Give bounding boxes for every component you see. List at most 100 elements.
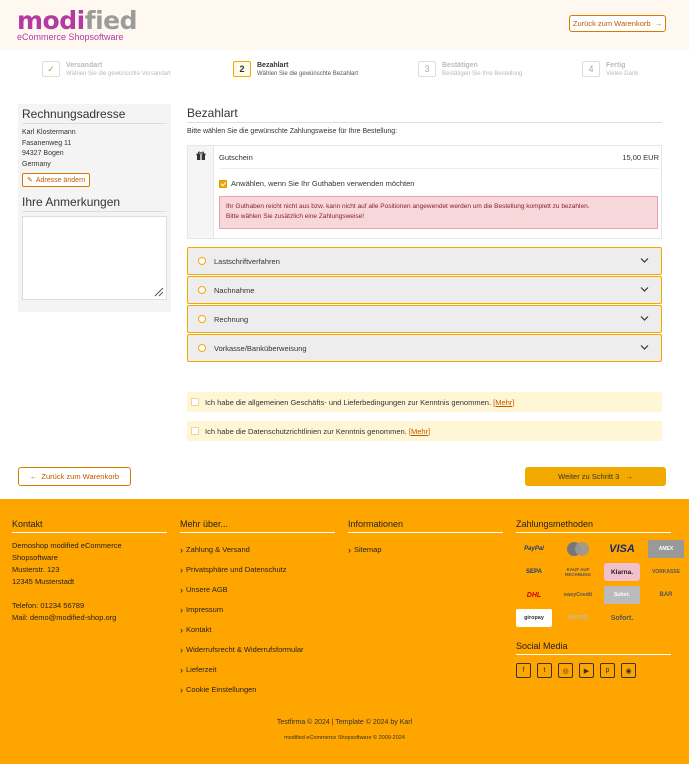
footer-more: Mehr über... › Zahlung & Versand › Privats… bbox=[180, 519, 335, 700]
footer-link-imprint[interactable]: › Impressum bbox=[180, 600, 335, 620]
chevron-right-icon: › bbox=[180, 685, 183, 695]
radio-icon bbox=[198, 286, 206, 294]
footer-link-delivery[interactable]: › Lieferzeit bbox=[180, 660, 335, 680]
mastercard-logo bbox=[560, 540, 596, 558]
dhl-logo: DHL bbox=[526, 591, 542, 599]
chevron-right-icon: › bbox=[180, 605, 183, 615]
notes-textarea[interactable] bbox=[22, 216, 167, 300]
chevron-right-icon: › bbox=[180, 585, 183, 595]
amex-logo: AMEX bbox=[648, 540, 684, 558]
alert-line-2: Bitte wählen Sie zusätzlich eine Zahlung… bbox=[226, 213, 365, 220]
contact-line: Demoshop modified eCommerce bbox=[12, 541, 122, 550]
alert-line-1: Ihr Guthaben reicht nicht aus bzw. kann … bbox=[226, 203, 590, 210]
back-to-cart-top-button[interactable]: Zurück zum Warenkorb → bbox=[569, 15, 666, 32]
step-title: Bezahlart bbox=[257, 62, 289, 69]
privacy-more-link[interactable]: [Mehr] bbox=[409, 427, 430, 436]
prepayment-logo: VORKASSE bbox=[651, 569, 681, 575]
footer-link-agb[interactable]: › Unsere AGB bbox=[180, 580, 335, 600]
instagram-icon[interactable]: ◎ bbox=[558, 663, 573, 678]
footer-payment: Zahlungsmethoden PayPal VISA AMEX SEPA K… bbox=[516, 519, 684, 678]
footer-link-withdrawal[interactable]: › Widerrufsrecht & Widerrufsformular bbox=[180, 640, 335, 660]
payment-option-label: Lastschriftverfahren bbox=[214, 256, 280, 266]
agree-privacy-row: Ich habe die Datenschutzrichtlinien zur … bbox=[187, 421, 662, 441]
payment-section: Bezahlart Bitte wählen Sie die gewünscht… bbox=[187, 106, 662, 441]
payone-logo: PAYONE bbox=[567, 615, 589, 621]
payment-option-label: Nachnahme bbox=[214, 285, 255, 295]
step-desc: Wählen Sie die gewünschte Bezahlart bbox=[257, 71, 359, 77]
footer-link-contact[interactable]: › Kontakt bbox=[180, 620, 335, 640]
resize-handle-icon[interactable] bbox=[152, 285, 164, 297]
payment-option-invoice[interactable]: Rechnung bbox=[187, 305, 662, 333]
footer-link-cookies[interactable]: › Cookie Einstellungen bbox=[180, 680, 335, 700]
chevron-down-icon bbox=[640, 258, 649, 263]
arrow-right-icon: → bbox=[625, 472, 633, 481]
payment-option-prepayment[interactable]: Vorkasse/Banküberweisung bbox=[187, 334, 662, 362]
chevron-right-icon: › bbox=[180, 565, 183, 575]
sofort-logo: Sofort. bbox=[604, 586, 640, 604]
address-country: Germany bbox=[22, 160, 51, 168]
footer-payment-title: Zahlungsmethoden bbox=[516, 519, 671, 533]
terms-more-link[interactable]: [Mehr] bbox=[493, 398, 514, 407]
chevron-right-icon: › bbox=[180, 645, 183, 655]
logo-text-b: fied bbox=[84, 6, 138, 35]
chevron-right-icon: › bbox=[180, 665, 183, 675]
check-icon: ✓ bbox=[42, 61, 60, 77]
change-address-button[interactable]: ✎ Adresse ändern bbox=[22, 173, 91, 187]
chevron-right-icon: › bbox=[180, 625, 183, 635]
voucher-row: Gutschein 15,00 EUR bbox=[219, 153, 659, 169]
agree-terms-label: Ich habe die allgemeinen Geschäfts- und … bbox=[205, 397, 492, 407]
footer-link-shipping[interactable]: › Zahlung & Versand bbox=[180, 540, 335, 560]
payment-option-direct-debit[interactable]: Lastschriftverfahren bbox=[187, 247, 662, 275]
youtube-icon[interactable]: ▶ bbox=[579, 663, 594, 678]
arrow-right-icon: → bbox=[654, 19, 663, 28]
voucher-amount: 15,00 EUR bbox=[622, 153, 659, 162]
radio-icon bbox=[198, 315, 206, 323]
checkout-steps: ✓ Versandart Wählen Sie die gewünschte Ve… bbox=[0, 51, 689, 91]
voucher-label: Gutschein bbox=[219, 153, 253, 162]
agree-terms-row: Ich habe die allgemeinen Geschäfts- und … bbox=[187, 392, 662, 412]
invoice-logo: KAUF AUF RECHNUNG bbox=[564, 567, 591, 577]
giropay-logo: giropay bbox=[516, 609, 552, 627]
next-step-button[interactable]: Weiter zu Schritt 3 → bbox=[525, 467, 666, 486]
next-step-label: Weiter zu Schritt 3 bbox=[558, 472, 620, 481]
visa-logo: VISA bbox=[609, 543, 635, 555]
billing-title: Rechnungsadresse bbox=[22, 107, 167, 124]
contact-line: 12345 Musterstadt bbox=[12, 577, 75, 586]
footer-link-sitemap[interactable]: › Sitemap bbox=[348, 540, 503, 560]
address-city: 94327 Bogen bbox=[22, 150, 64, 157]
rss-icon[interactable]: ◉ bbox=[621, 663, 636, 678]
twitter-icon[interactable]: t bbox=[537, 663, 552, 678]
voucher-use-checkbox[interactable]: Anwählen, wenn Sie Ihr Guthaben verwende… bbox=[219, 179, 414, 188]
page-header: modified eCommerce Shopsoftware Zurück z… bbox=[0, 0, 689, 50]
klarna-logo: Klarna. bbox=[604, 563, 640, 581]
back-to-cart-label: Zurück zum Warenkorb bbox=[41, 472, 120, 481]
back-to-cart-button[interactable]: ← Zurück zum Warenkorb bbox=[18, 467, 131, 486]
payment-subtitle: Bitte wählen Sie die gewünschte Zahlungs… bbox=[187, 128, 398, 135]
chevron-right-icon: › bbox=[348, 545, 351, 555]
voucher-box: Gutschein 15,00 EUR Anwählen, wenn Sie I… bbox=[187, 145, 662, 239]
paypal-logo: PayPal bbox=[524, 546, 544, 552]
contact-mail[interactable]: Mail: demo@modified-shop.org bbox=[12, 612, 167, 624]
checkbox-checked-icon bbox=[219, 179, 227, 188]
edit-icon: ✎ bbox=[27, 177, 33, 184]
cash-logo: BAR bbox=[659, 592, 673, 598]
contact-phone: Telefon: 01234 56789 bbox=[12, 601, 85, 610]
billing-address: Karl Klostermann Fasanenweg 11 94327 Bog… bbox=[22, 128, 167, 170]
privacy-checkbox[interactable] bbox=[191, 427, 199, 435]
radio-icon bbox=[198, 344, 206, 352]
payment-option-cod[interactable]: Nachnahme bbox=[187, 276, 662, 304]
footer-link-privacy[interactable]: › Privatsphäre und Datenschutz bbox=[180, 560, 335, 580]
chevron-down-icon bbox=[640, 316, 649, 321]
pinterest-icon[interactable]: p bbox=[600, 663, 615, 678]
step-number: 2 bbox=[233, 61, 251, 77]
notes-title: Ihre Anmerkungen bbox=[22, 195, 167, 212]
footer-social-title: Social Media bbox=[516, 641, 671, 655]
copyright: Testfirma © 2024 | Template © 2024 by Ka… bbox=[276, 719, 413, 726]
shop-logo[interactable]: modified eCommerce Shopsoftware bbox=[17, 6, 138, 42]
payment-logos: PayPal VISA AMEX SEPA KAUF AUF RECHNUNG … bbox=[516, 540, 684, 627]
address-name: Karl Klostermann bbox=[22, 129, 76, 136]
terms-checkbox[interactable] bbox=[191, 398, 199, 406]
step-shipping[interactable]: ✓ Versandart Wählen Sie die gewünschte Ve… bbox=[42, 61, 171, 79]
facebook-icon[interactable]: f bbox=[516, 663, 531, 678]
step-desc: Bestätigen Sie Ihre Bestellung bbox=[442, 71, 523, 77]
